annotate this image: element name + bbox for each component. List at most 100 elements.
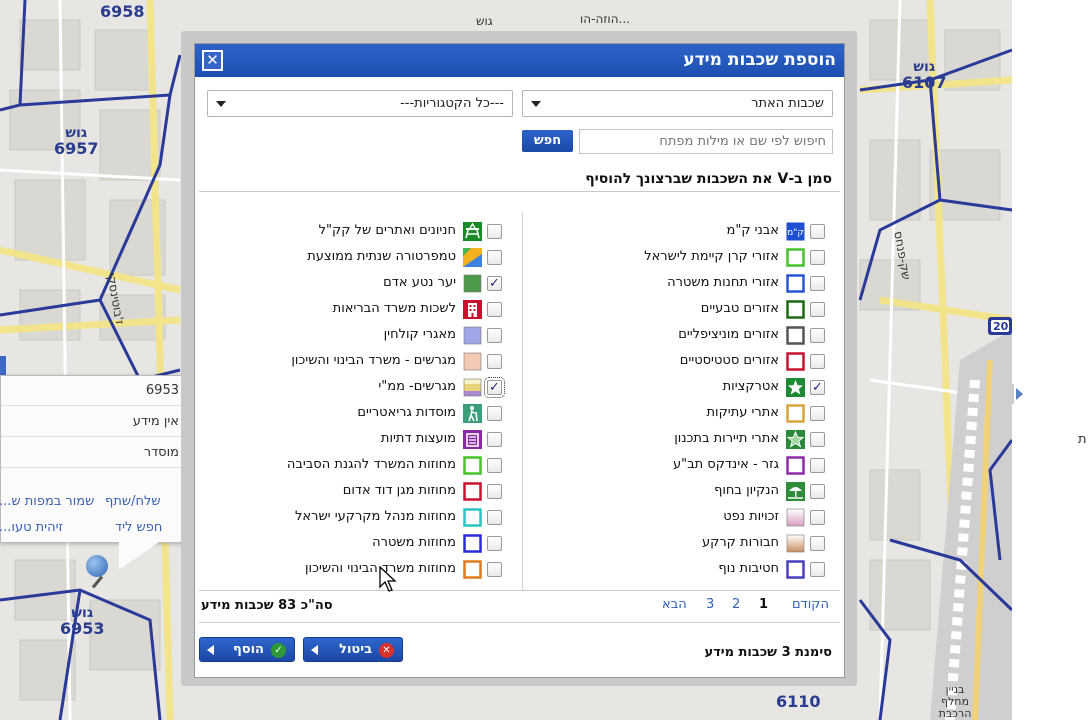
layer-row: ק"מ אבני ק"מ xyxy=(529,219,839,245)
layer-label[interactable]: אזורי קרן קיימת לישראל xyxy=(644,249,779,264)
expand-panel-icon[interactable] xyxy=(1012,384,1024,404)
arrow-left-icon xyxy=(207,645,214,655)
layer-label[interactable]: הנקיון בחוף xyxy=(714,483,779,498)
layer-row: אטרקציות xyxy=(529,375,839,401)
layer-checkbox[interactable] xyxy=(487,302,502,317)
layer-label[interactable]: חטיבות נוף xyxy=(718,561,779,576)
arrow-left-icon xyxy=(311,645,318,655)
layer-label[interactable]: אזורים מוניציפליים xyxy=(678,327,779,342)
layer-label[interactable]: אבני ק"מ xyxy=(727,223,779,238)
layer-label[interactable]: חניונים ואתרים של קק"ל xyxy=(319,223,456,238)
map-pin-icon[interactable] xyxy=(86,555,108,577)
layer-label[interactable]: אזורים סטטיסטיים xyxy=(680,353,779,368)
layer-checkbox[interactable] xyxy=(487,276,502,291)
layer-label[interactable]: חבורות קרקע xyxy=(702,535,779,550)
layer-label[interactable]: אתרי עתיקות xyxy=(706,405,779,420)
search-input[interactable] xyxy=(579,129,833,154)
selected-count: סימנת 3 שכבות מידע xyxy=(704,645,832,660)
outline-square-icon xyxy=(463,482,482,501)
divider xyxy=(199,191,840,192)
map-block-label: גוש 6957 xyxy=(54,125,99,158)
save-link[interactable]: שמור במפות ש... xyxy=(0,494,94,509)
layer-row: חבורות קרקע xyxy=(529,531,839,557)
layer-checkbox[interactable] xyxy=(487,484,502,499)
prev-page-link[interactable]: הקודם xyxy=(792,597,829,612)
layer-checkbox[interactable] xyxy=(487,536,502,551)
layer-label[interactable]: מועצות דתיות xyxy=(381,431,456,446)
layer-row: טמפרטורה שנתית ממוצעת xyxy=(201,245,511,271)
search-near-link[interactable]: חפש ליד xyxy=(115,520,162,535)
total-layers: סה"כ 83 שכבות מידע xyxy=(201,598,333,613)
next-page-link[interactable]: הבא xyxy=(662,597,687,612)
source-select[interactable]: שכבות האתר xyxy=(522,90,833,117)
layer-label[interactable]: מגרשים- ממ"י xyxy=(378,379,456,394)
page-3-link[interactable]: 3 xyxy=(706,597,714,612)
layer-checkbox[interactable] xyxy=(810,432,825,447)
layer-checkbox[interactable] xyxy=(810,536,825,551)
layer-checkbox[interactable] xyxy=(810,328,825,343)
layer-checkbox[interactable] xyxy=(810,380,825,395)
close-icon[interactable]: ✕ xyxy=(202,50,223,71)
layer-checkbox[interactable] xyxy=(487,510,502,525)
add-button[interactable]: ✓ הוסף xyxy=(199,637,295,662)
layer-label[interactable]: מחוזות מנהל מקרקעי ישראל xyxy=(295,509,456,524)
layer-label[interactable]: גזר - אינדקס תב"ע xyxy=(673,457,779,472)
layer-row: חניונים ואתרים של קק"ל xyxy=(201,219,511,245)
layer-label[interactable]: לשכות משרד הבריאות xyxy=(333,301,456,316)
filled-square-icon xyxy=(463,326,482,345)
page-2-link[interactable]: 2 xyxy=(732,597,740,612)
share-link[interactable]: שלח/שתף xyxy=(105,494,161,509)
layer-checkbox[interactable] xyxy=(487,562,502,577)
layer-checkbox[interactable] xyxy=(487,224,502,239)
layer-label[interactable]: אטרקציות xyxy=(723,379,779,394)
layer-label[interactable]: זכויות נפט xyxy=(723,509,779,524)
layer-row: לשכות משרד הבריאות xyxy=(201,297,511,323)
layer-row: חטיבות נוף xyxy=(529,557,839,583)
layer-checkbox[interactable] xyxy=(810,276,825,291)
layer-checkbox[interactable] xyxy=(484,377,505,398)
layer-row: אתרי עתיקות xyxy=(529,401,839,427)
layer-label[interactable]: מגרשים - משרד הבינוי והשיכון xyxy=(291,353,456,368)
page-1: 1 xyxy=(759,597,769,612)
layer-checkbox[interactable] xyxy=(810,406,825,421)
layer-checkbox[interactable] xyxy=(810,510,825,525)
layer-label[interactable]: אזורים טבעיים xyxy=(701,301,779,316)
layer-label[interactable]: אתרי תיירות בתכנון xyxy=(674,431,779,446)
cancel-button[interactable]: ✕ ביטול xyxy=(303,637,403,662)
layer-checkbox[interactable] xyxy=(810,302,825,317)
layer-label[interactable]: טמפרטורה שנתית ממוצעת xyxy=(307,249,456,264)
layer-row: אזורים טבעיים xyxy=(529,297,839,323)
layer-checkbox[interactable] xyxy=(487,432,502,447)
layer-checkbox[interactable] xyxy=(487,250,502,265)
layer-label[interactable]: יער נטע אדם xyxy=(383,275,456,290)
info-popup: 6953 אין מידע מוסדר שלח/שתף שמור במפות ש… xyxy=(0,375,191,570)
km-stone-icon: ק"מ xyxy=(786,222,805,241)
layer-row: מועצות דתיות xyxy=(201,427,511,453)
beach-icon xyxy=(786,482,805,501)
layer-label[interactable]: מחוזות המשרד להגנת הסביבה xyxy=(287,457,456,472)
report-error-link[interactable]: זיהית טעו... xyxy=(0,520,63,535)
layer-checkbox[interactable] xyxy=(810,484,825,499)
layer-checkbox[interactable] xyxy=(810,562,825,577)
layer-checkbox[interactable] xyxy=(810,458,825,473)
layer-checkbox[interactable] xyxy=(810,354,825,369)
category-select[interactable]: ---כל הקטגוריות--- xyxy=(207,90,513,117)
layer-row: אזורי קרן קיימת לישראל xyxy=(529,245,839,271)
outline-square-icon xyxy=(786,274,805,293)
layer-label[interactable]: אזורי תחנות משטרה xyxy=(667,275,779,290)
layer-checkbox[interactable] xyxy=(487,406,502,421)
layer-row: מגרשים - משרד הבינוי והשיכון xyxy=(201,349,511,375)
layer-label[interactable]: מוסדות גריאטריים xyxy=(357,405,456,420)
search-button[interactable]: חפש xyxy=(522,130,573,152)
layer-label[interactable]: מחוזות מגן דוד אדום xyxy=(343,483,456,498)
map-block-label: 6110 xyxy=(776,692,821,711)
street-label: בניין מחלף הרכבת xyxy=(938,683,972,720)
layer-checkbox[interactable] xyxy=(487,354,502,369)
striped-square-icon xyxy=(463,378,482,397)
layer-label[interactable]: מחוזות משטרה xyxy=(372,535,456,550)
layer-label[interactable]: מאגרי קולחין xyxy=(384,327,456,342)
layer-checkbox[interactable] xyxy=(810,250,825,265)
layer-checkbox[interactable] xyxy=(810,224,825,239)
layer-checkbox[interactable] xyxy=(487,458,502,473)
layer-checkbox[interactable] xyxy=(487,328,502,343)
